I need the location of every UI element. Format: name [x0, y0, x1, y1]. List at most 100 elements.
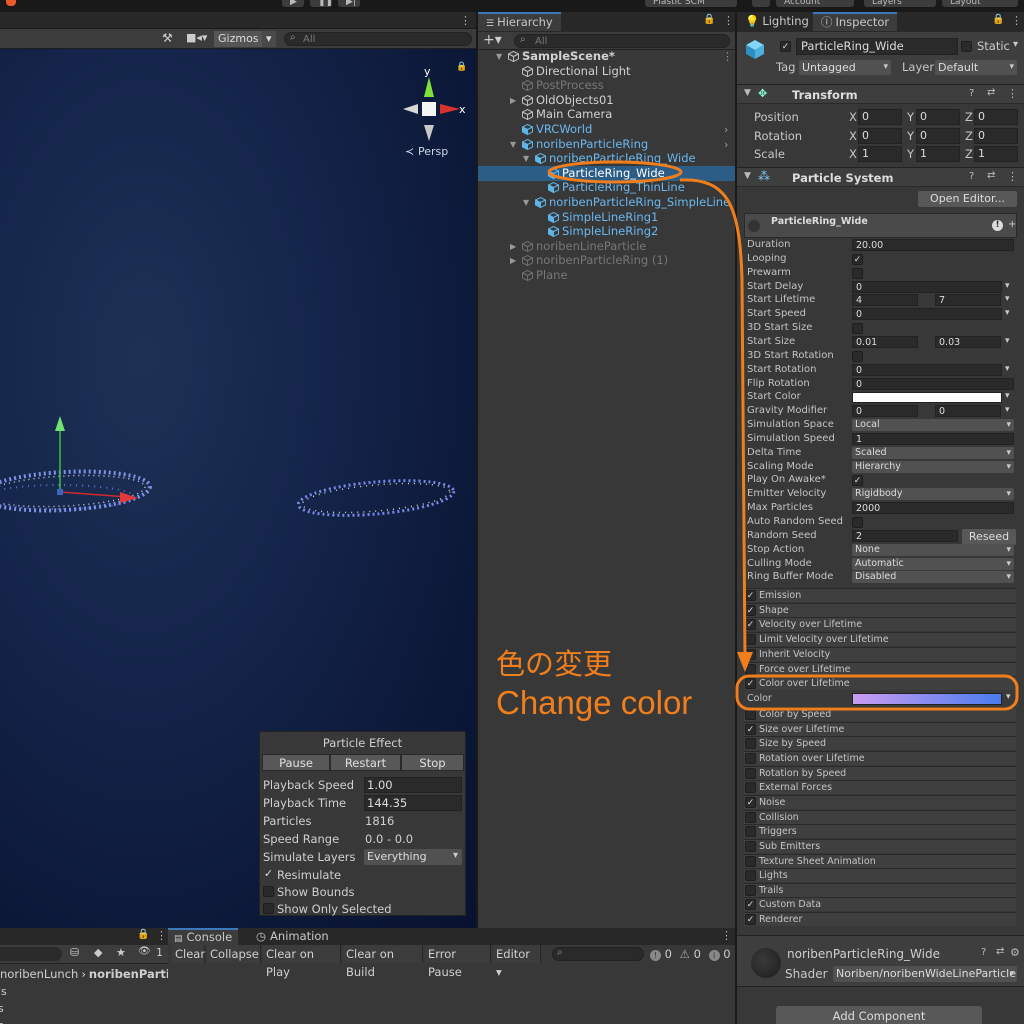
transform-scale-y-field[interactable]: 1 — [916, 146, 960, 162]
transform-scale-x-field[interactable]: 1 — [858, 146, 902, 162]
module-checkbox[interactable] — [745, 782, 756, 794]
color-gradient-field[interactable] — [852, 693, 1002, 705]
hierarchy-item[interactable]: SimpleLineRing2 — [478, 224, 735, 239]
static-checkbox[interactable] — [961, 41, 972, 52]
random-seed-field[interactable]: 2 — [852, 529, 958, 542]
flip-rotation-field[interactable]: 0 — [852, 377, 1014, 390]
looping-checkbox[interactable]: ✓ — [852, 253, 863, 265]
transform-rotation-x-field[interactable]: 0 — [858, 127, 902, 144]
transform-scale-z-field[interactable]: 1 — [974, 146, 1018, 162]
module-color-over-lifetime[interactable]: ✓ Color over Lifetime — [744, 676, 1016, 691]
project-search-input[interactable] — [0, 947, 62, 961]
module-checkbox[interactable] — [745, 811, 756, 823]
tab-hierarchy[interactable]: ☰ Hierarchy — [478, 12, 561, 31]
module-color-by-speed[interactable]: Color by Speed — [744, 707, 1016, 721]
module-checkbox[interactable] — [745, 870, 756, 882]
module-external-forces[interactable]: External Forces — [744, 780, 1016, 795]
culling-mode-dropdown[interactable]: Automatic — [852, 557, 1014, 570]
start-speed-field[interactable]: 0 — [852, 308, 1002, 321]
scene-search-input[interactable]: ⌕ All — [284, 32, 472, 46]
breadcrumb-item[interactable]: noribenLunch — [0, 967, 78, 981]
module-checkbox[interactable]: ✓ — [745, 723, 756, 735]
foldout-arrow-icon[interactable]: ▼ — [523, 195, 529, 210]
preset-icon[interactable]: ⇄ — [987, 170, 995, 181]
module-trails[interactable]: Trails — [744, 882, 1016, 897]
axis-y-label[interactable]: Y — [907, 110, 914, 124]
module-checkbox[interactable]: ✓ — [745, 619, 756, 631]
list-item[interactable]: s — [0, 1002, 4, 1015]
gravity-modifier-field[interactable]: 0 — [852, 405, 918, 418]
emitter-velocity-dropdown[interactable]: Rigidbody — [852, 488, 1014, 501]
label-icon[interactable]: ◆ — [94, 946, 102, 959]
preset-icon[interactable]: ⇄ — [996, 946, 1004, 957]
module-checkbox[interactable]: ✓ — [745, 796, 756, 808]
hierarchy-item[interactable]: ParticleRing_Wide — [478, 165, 735, 181]
tools-icon[interactable]: ⚒ — [162, 31, 173, 45]
tab-inspector[interactable]: ⓘ Inspector — [813, 12, 898, 31]
transform-header[interactable]: ▼ ✥ Transform ? ⇄ ⋮ — [737, 84, 1024, 104]
axis-z-label[interactable]: Z — [965, 147, 973, 161]
module-force-over-lifetime[interactable]: Force over Lifetime — [744, 661, 1016, 676]
add-component-button[interactable]: Add Component — [776, 1006, 982, 1024]
hierarchy-item[interactable]: ▼ noribenParticleRing › — [478, 137, 735, 152]
foldout-arrow-icon[interactable]: ▼ — [510, 137, 516, 152]
chevron-down-icon[interactable]: ▾ — [1006, 692, 1011, 702]
gravity-modifier-max-field[interactable]: 0 — [935, 405, 1001, 418]
hierarchy-item[interactable]: Directional Light — [478, 64, 735, 79]
show-bounds-checkbox[interactable] — [263, 886, 274, 897]
start-color-swatch[interactable] — [852, 392, 1002, 404]
warning-info-icon[interactable]: ! — [992, 220, 1003, 231]
hierarchy-item[interactable]: VRCWorld › — [478, 122, 735, 137]
module-rotation-by-speed[interactable]: Rotation by Speed — [744, 765, 1016, 780]
hidden-packages-icon[interactable]: 👁 — [138, 946, 151, 957]
transform-position-x-field[interactable]: 0 — [858, 109, 902, 125]
axis-x-label[interactable]: X — [849, 110, 857, 124]
module-emission[interactable]: ✓ Emission — [744, 588, 1016, 602]
module-lights[interactable]: Lights — [744, 868, 1016, 883]
simulation-speed-field[interactable]: 1 — [852, 432, 1014, 445]
chevron-down-icon[interactable]: ▾ — [1005, 281, 1010, 291]
camera-icon[interactable]: ■◂▾ — [186, 31, 207, 44]
module-checkbox[interactable]: ✓ — [745, 914, 756, 926]
axis-y-label[interactable]: Y — [907, 147, 914, 161]
tag-dropdown[interactable]: Untagged — [799, 60, 891, 75]
chevron-down-icon[interactable]: ▾ — [1005, 405, 1010, 415]
hierarchy-item[interactable]: ▶ noribenLineParticle — [478, 239, 735, 254]
hierarchy-item[interactable]: SimpleLineRing1 — [478, 210, 735, 225]
module-rotation-over-lifetime[interactable]: Rotation over Lifetime — [744, 750, 1016, 765]
module-texture-sheet-animation[interactable]: Texture Sheet Animation — [744, 853, 1016, 868]
gizmos-button[interactable]: Gizmos — [214, 31, 262, 47]
hierarchy-item[interactable]: ParticleRing_ThinLine — [478, 180, 735, 195]
auto-random-seed-checkbox[interactable] — [852, 517, 863, 528]
start-lifetime-max-field[interactable]: 7 — [935, 294, 1001, 307]
axis-z-label[interactable]: Z — [965, 129, 973, 143]
console-editor-button[interactable]: Editor ▾ — [493, 945, 541, 979]
hierarchy-item[interactable]: Plane — [478, 268, 735, 283]
show-only-selected-checkbox[interactable] — [263, 903, 274, 914]
persp-label[interactable]: Persp — [418, 145, 448, 158]
module-checkbox[interactable] — [745, 767, 756, 779]
foldout-arrow-icon[interactable]: ▶ — [510, 253, 516, 268]
module-limit-velocity-over-lifetime[interactable]: Limit Velocity over Lifetime — [744, 632, 1016, 647]
axis-x-label[interactable]: X — [849, 129, 857, 143]
module-checkbox[interactable] — [745, 752, 756, 764]
hierarchy-item[interactable]: ▼ SampleScene* ⋮ — [478, 49, 735, 64]
chevron-down-icon[interactable]: ▾ — [1005, 294, 1010, 304]
start-size-field[interactable]: 0.01 — [852, 335, 918, 348]
module-velocity-over-lifetime[interactable]: ✓ Velocity over Lifetime — [744, 617, 1016, 632]
settings-icon[interactable]: ⚙ — [1010, 946, 1020, 959]
info-icon[interactable]: i — [708, 950, 720, 961]
active-checkbox[interactable]: ✓ — [780, 41, 791, 52]
chevron-down-icon[interactable]: ▾ — [1005, 308, 1010, 318]
module-custom-data[interactable]: ✓ Custom Data — [744, 897, 1016, 912]
chevron-down-icon[interactable]: ▾ — [1005, 364, 1010, 374]
foldout-arrow-icon[interactable]: ▶ — [510, 93, 516, 108]
more-menu-icon[interactable]: ⋮ — [156, 929, 167, 942]
more-menu-icon[interactable]: ⋮ — [1011, 14, 1022, 27]
module-checkbox[interactable]: ✓ — [745, 604, 756, 616]
lock-icon[interactable]: 🔒 — [456, 61, 467, 72]
help-icon[interactable]: ? — [969, 88, 974, 99]
console-clear-on-play-button[interactable]: Clear on Play — [263, 945, 341, 979]
preset-icon[interactable]: ⇄ — [987, 87, 995, 98]
more-menu-icon[interactable]: ⋮ — [1007, 87, 1018, 100]
